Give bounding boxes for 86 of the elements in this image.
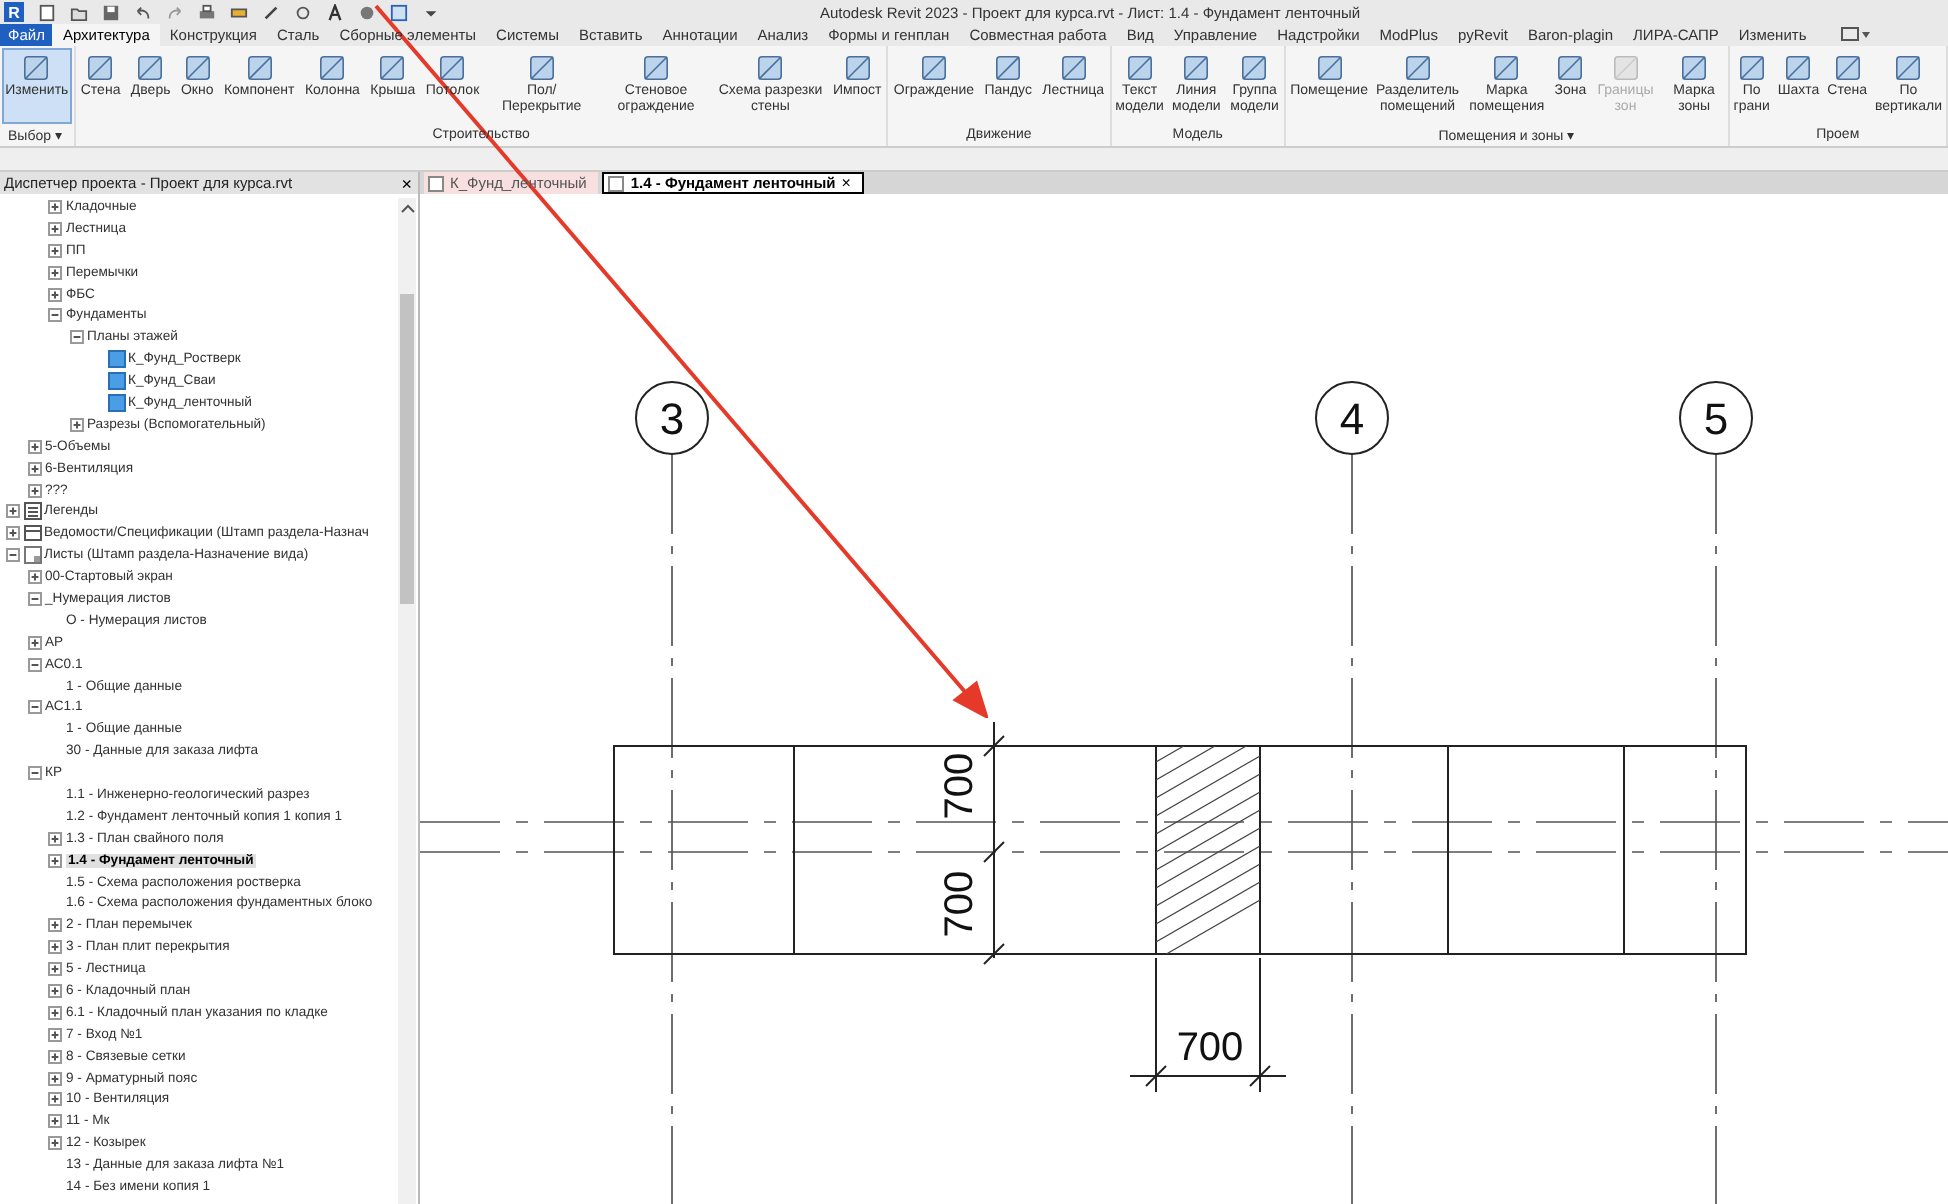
expand-icon[interactable] (69, 417, 83, 432)
save-icon[interactable] (102, 3, 120, 21)
tool-icon (436, 52, 469, 84)
dimension-text: 700 (1176, 1026, 1244, 1070)
tool-icon (1238, 52, 1271, 84)
expand-icon[interactable] (48, 984, 62, 998)
expand-icon[interactable] (48, 962, 62, 977)
expand-icon[interactable] (48, 221, 62, 236)
expand-icon[interactable] (27, 570, 41, 585)
scrollbar-thumb[interactable] (400, 294, 414, 604)
expand-icon[interactable] (48, 287, 62, 301)
expand-icon[interactable] (48, 853, 62, 868)
tool-icon (992, 52, 1025, 84)
expand-icon[interactable] (48, 243, 62, 258)
tool-icon (754, 52, 787, 84)
tool-icon (1554, 52, 1587, 84)
legend-icon (24, 502, 42, 521)
grid-label: 5 (1703, 394, 1729, 444)
grid-label: 3 (659, 394, 685, 444)
expand-icon[interactable] (6, 526, 20, 541)
tool-icon (1401, 52, 1434, 84)
tool-icon (1123, 52, 1156, 84)
grid-label: 4 (1339, 394, 1365, 444)
tool-icon (1735, 52, 1768, 84)
collapse-icon[interactable] (27, 766, 41, 781)
grid-bubble (635, 381, 709, 455)
collapse-icon[interactable] (6, 548, 20, 563)
dimension-text: 700 (938, 870, 982, 938)
expand-icon[interactable] (48, 1005, 62, 1020)
expand-icon[interactable] (48, 1114, 62, 1129)
document-icon[interactable] (38, 3, 56, 21)
collapse-icon[interactable] (27, 657, 41, 672)
text-icon[interactable] (326, 3, 344, 21)
collapse-icon[interactable] (27, 700, 41, 715)
print-icon[interactable] (198, 3, 216, 21)
tool-icon (917, 52, 950, 84)
sheet-icon (608, 175, 625, 191)
scroll-up-icon[interactable] (399, 202, 415, 214)
sheet-icon (428, 175, 444, 191)
panel-toggle-icon[interactable] (1840, 26, 1873, 42)
expand-icon[interactable] (48, 1092, 62, 1107)
sheet-icon (24, 546, 42, 565)
expand-icon[interactable] (48, 199, 62, 214)
table-icon (24, 524, 42, 543)
dimension-text: 700 (938, 752, 982, 820)
tool-icon (84, 52, 117, 84)
expand-icon[interactable] (27, 439, 41, 454)
tool-icon (1057, 52, 1090, 84)
expand-icon[interactable] (48, 1071, 62, 1086)
tool-icon (525, 52, 558, 84)
tool-icon (181, 52, 214, 84)
tool-icon (1180, 52, 1213, 84)
tool-icon (1831, 52, 1864, 84)
expand-icon[interactable] (48, 265, 62, 280)
expand-icon[interactable] (6, 504, 20, 519)
tool-icon (243, 52, 276, 84)
expand-icon[interactable] (48, 940, 62, 955)
expand-icon[interactable] (27, 635, 41, 650)
window-icon[interactable] (390, 3, 408, 21)
tool-icon (1678, 52, 1711, 84)
expand-icon[interactable] (27, 483, 41, 498)
tool-icon (841, 52, 874, 84)
expand-icon[interactable] (48, 1049, 62, 1064)
tool-icon (1782, 52, 1815, 84)
tool-icon (1313, 52, 1346, 84)
tool-icon (1609, 52, 1642, 84)
expand-icon[interactable] (48, 1136, 62, 1151)
app-logo[interactable]: R (4, 2, 24, 22)
expand-icon[interactable] (48, 831, 62, 846)
tool-icon (1490, 52, 1523, 84)
expand-icon[interactable] (27, 461, 41, 476)
expand-icon[interactable] (48, 918, 62, 933)
expand-icon[interactable] (48, 1027, 62, 1042)
grid-bubble (1315, 381, 1389, 455)
collapse-icon[interactable] (69, 330, 83, 345)
tool-icon (376, 52, 409, 84)
close-button[interactable]: × (395, 173, 418, 193)
undo-icon[interactable] (134, 3, 152, 21)
tool-icon (640, 52, 673, 84)
collapse-icon[interactable] (48, 308, 62, 323)
tool-icon (316, 52, 349, 84)
collapse-icon[interactable] (27, 591, 41, 606)
grid-bubble (1679, 381, 1753, 455)
tool-icon (20, 52, 53, 84)
tool-icon (134, 52, 167, 84)
tool-icon (1892, 52, 1925, 84)
